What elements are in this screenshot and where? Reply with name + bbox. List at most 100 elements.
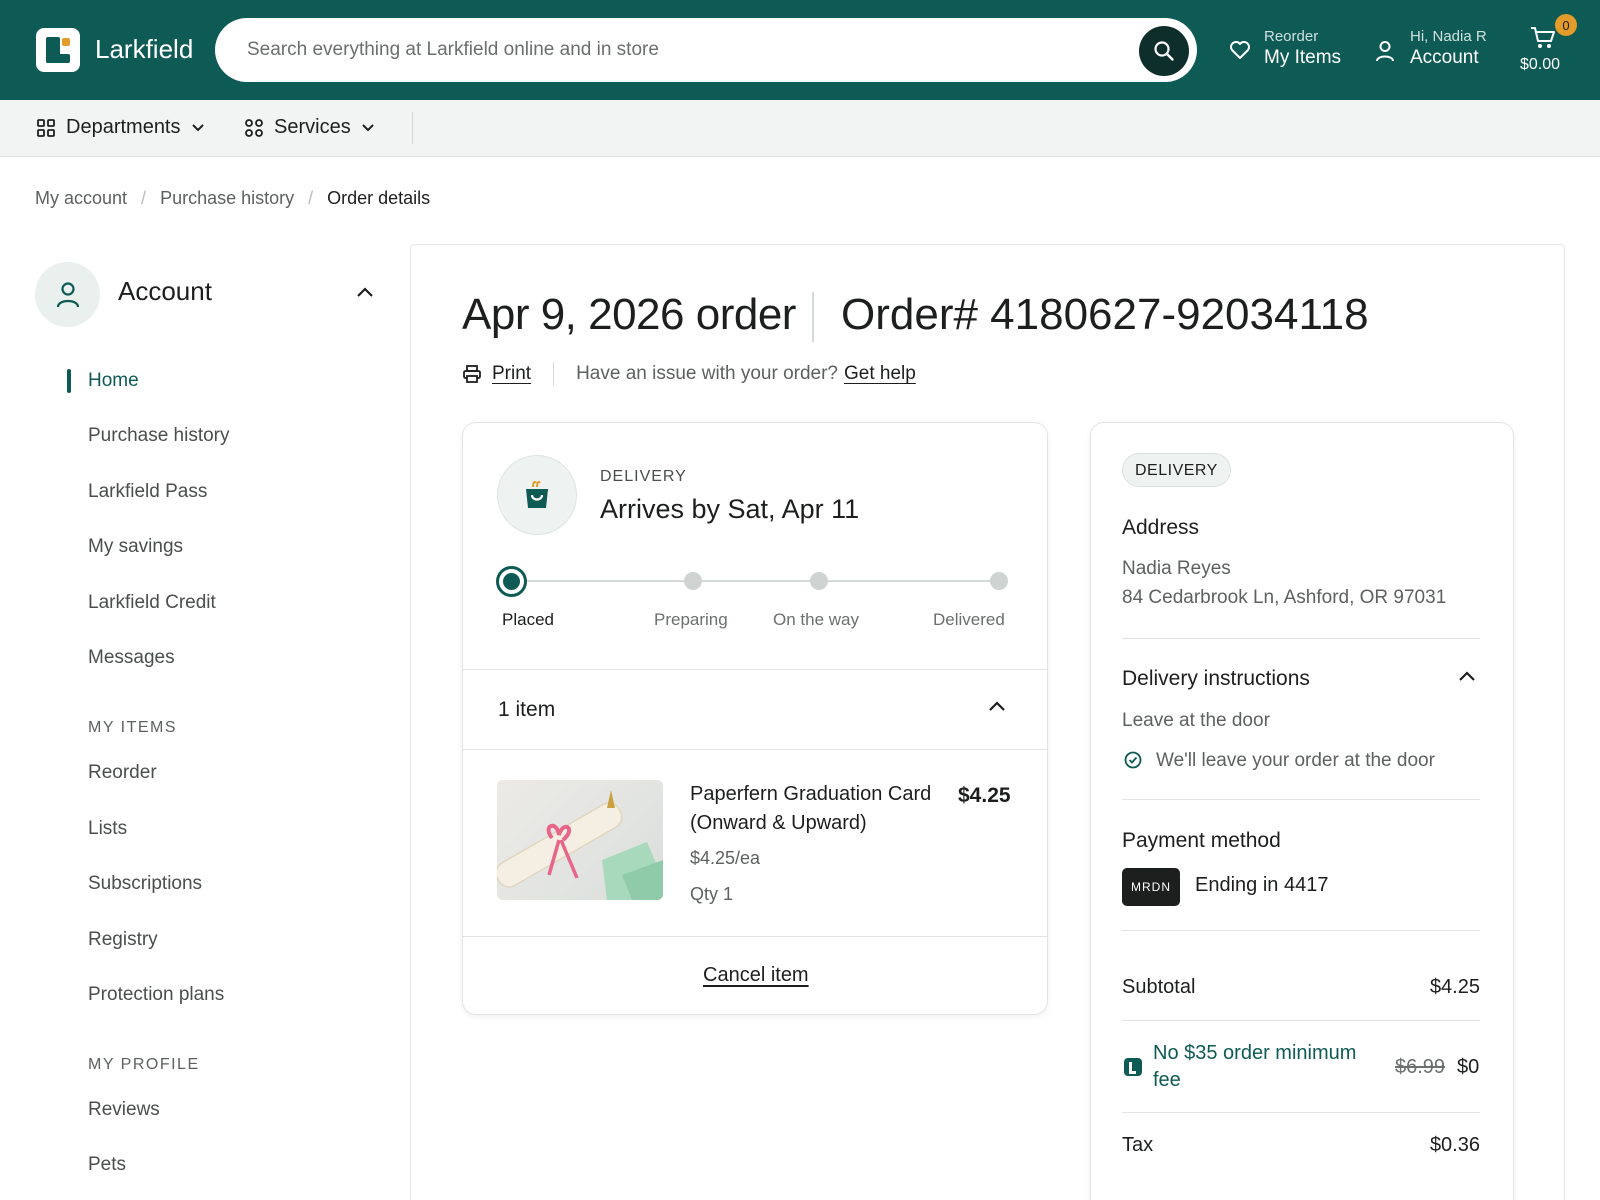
tax-value: $0.36 (1429, 1134, 1480, 1156)
step-preparing-label: Preparing (654, 610, 728, 629)
delivery-label: DELIVERY (600, 468, 687, 485)
address-name: Nadia Reyes (1122, 558, 1231, 579)
my-profile-heading: MY PROFILE (88, 1056, 200, 1073)
product-image[interactable] (497, 780, 663, 900)
grid-icon (37, 118, 55, 137)
step-placed-marker (496, 566, 527, 597)
sidebar-item-reviews[interactable]: Reviews (88, 1099, 160, 1121)
sub-navigation: Departments Services (0, 100, 1600, 157)
actions-divider (553, 362, 555, 386)
cart-amount: $0.00 (1520, 56, 1561, 73)
larkfield-logo[interactable] (36, 28, 80, 72)
printer-icon[interactable] (462, 364, 482, 384)
delivery-instructions-heading[interactable]: Delivery instructions (1122, 667, 1310, 691)
fulfillment-type-pill: DELIVERY (1122, 453, 1231, 487)
chevron-up-icon[interactable] (356, 286, 374, 298)
cancel-item-link[interactable]: Cancel item (703, 964, 809, 987)
sidebar-item-larkfield-credit[interactable]: Larkfield Credit (88, 592, 216, 614)
active-indicator (67, 369, 71, 393)
step-on-the-way-label: On the way (773, 610, 859, 629)
get-help-link[interactable]: Get help (844, 363, 916, 385)
print-link[interactable]: Print (492, 363, 531, 385)
services-label: Services (274, 116, 351, 138)
sidebar-item-messages[interactable]: Messages (88, 647, 175, 669)
account-label: Account (1410, 47, 1479, 68)
shopping-bag-icon (526, 481, 548, 508)
sidebar-item-larkfield-pass[interactable]: Larkfield Pass (88, 481, 207, 503)
subtotal-label: Subtotal (1122, 976, 1196, 998)
section-divider (1122, 638, 1480, 639)
instructions-text: Leave at the door (1122, 710, 1270, 731)
tax-label: Tax (1122, 1134, 1154, 1156)
product-price: $4.25 (958, 784, 1011, 807)
step-delivered-label: Delivered (933, 610, 1005, 629)
delivery-bag-badge (497, 455, 577, 535)
order-actions-row: Print Have an issue with your order? Get… (462, 362, 916, 386)
address-heading: Address (1122, 516, 1200, 539)
sidebar-item-protection-plans[interactable]: Protection plans (88, 984, 224, 1006)
cart-count-badge: 0 (1555, 14, 1577, 36)
chevron-up-icon[interactable] (988, 700, 1006, 712)
breadcrumb-separator: / (308, 188, 314, 208)
breadcrumb-order-details: Order details (327, 188, 431, 208)
section-divider (1122, 1020, 1480, 1021)
order-date-title: Apr 9, 2026 order (462, 290, 796, 339)
services-grid-icon (245, 118, 263, 137)
original-fee: $6.99 (1395, 1056, 1446, 1078)
top-header: Larkfield Reorder My Items Hi, Nadia R A… (0, 0, 1600, 100)
product-name[interactable]: Paperfern Graduation Card (Onward & Upwa… (690, 780, 940, 838)
step-placed-label: Placed (502, 610, 554, 629)
section-divider (1122, 930, 1480, 931)
product-quantity: Qty 1 (690, 884, 734, 904)
issue-text: Have an issue with your order? (576, 363, 838, 384)
progress-track (512, 580, 998, 582)
account-section-title: Account (118, 276, 212, 306)
search-button[interactable] (1139, 26, 1189, 76)
step-delivered-marker (990, 572, 1008, 590)
chevron-down-icon (191, 123, 204, 131)
step-preparing-marker (684, 572, 702, 590)
departments-label: Departments (66, 116, 181, 138)
section-divider (1122, 1112, 1480, 1113)
sidebar-item-registry[interactable]: Registry (88, 929, 158, 951)
chevron-down-icon (361, 123, 374, 131)
cart-icon[interactable] (1530, 26, 1556, 50)
search-input[interactable] (247, 18, 1097, 82)
departments-menu[interactable]: Departments (36, 116, 205, 139)
breadcrumb-separator: / (141, 188, 147, 208)
card-brand-logo: MRDN (1122, 868, 1180, 906)
reorder-my-items-link[interactable]: Reorder My Items (1264, 28, 1341, 69)
sidebar-item-purchase-history[interactable]: Purchase history (88, 425, 230, 447)
brand-name[interactable]: Larkfield (95, 34, 193, 65)
arrival-estimate: Arrives by Sat, Apr 11 (600, 494, 860, 524)
subtotal-value: $4.25 (1429, 976, 1480, 998)
sidebar-item-pets[interactable]: Pets (88, 1154, 126, 1176)
sidebar-item-my-savings[interactable]: My savings (88, 536, 183, 558)
account-link[interactable]: Hi, Nadia R Account (1410, 28, 1487, 69)
card-divider (463, 749, 1047, 750)
instructions-note: We'll leave your order at the door (1156, 750, 1435, 771)
reorder-label: Reorder (1264, 28, 1319, 45)
sidebar-item-subscriptions[interactable]: Subscriptions (88, 873, 202, 895)
order-number: Order# 4180627-92034118 (841, 290, 1369, 339)
account-avatar (35, 262, 100, 327)
larkfield-pass-icon (1124, 1058, 1142, 1076)
greeting-label: Hi, Nadia R (1410, 28, 1487, 45)
services-menu[interactable]: Services (244, 116, 375, 139)
user-icon (1376, 41, 1394, 62)
breadcrumb-purchase-history[interactable]: Purchase history (160, 188, 294, 209)
check-circle-icon (1124, 751, 1142, 769)
sidebar-item-home[interactable]: Home (88, 370, 139, 392)
sidebar-item-lists[interactable]: Lists (88, 818, 127, 840)
breadcrumb: My account / Purchase history / Order de… (35, 188, 430, 209)
title-divider (812, 292, 814, 342)
sidebar-item-reorder[interactable]: Reorder (88, 762, 157, 784)
breadcrumb-my-account[interactable]: My account (35, 188, 127, 209)
card-divider (463, 936, 1047, 937)
items-count-toggle[interactable]: 1 item (498, 698, 555, 722)
my-items-label: My Items (1264, 47, 1342, 68)
payment-method-heading: Payment method (1122, 829, 1281, 852)
fee-waiver-label: No $35 order minimum fee (1153, 1042, 1357, 1091)
search-bar (215, 18, 1197, 82)
chevron-up-icon[interactable] (1458, 670, 1476, 682)
